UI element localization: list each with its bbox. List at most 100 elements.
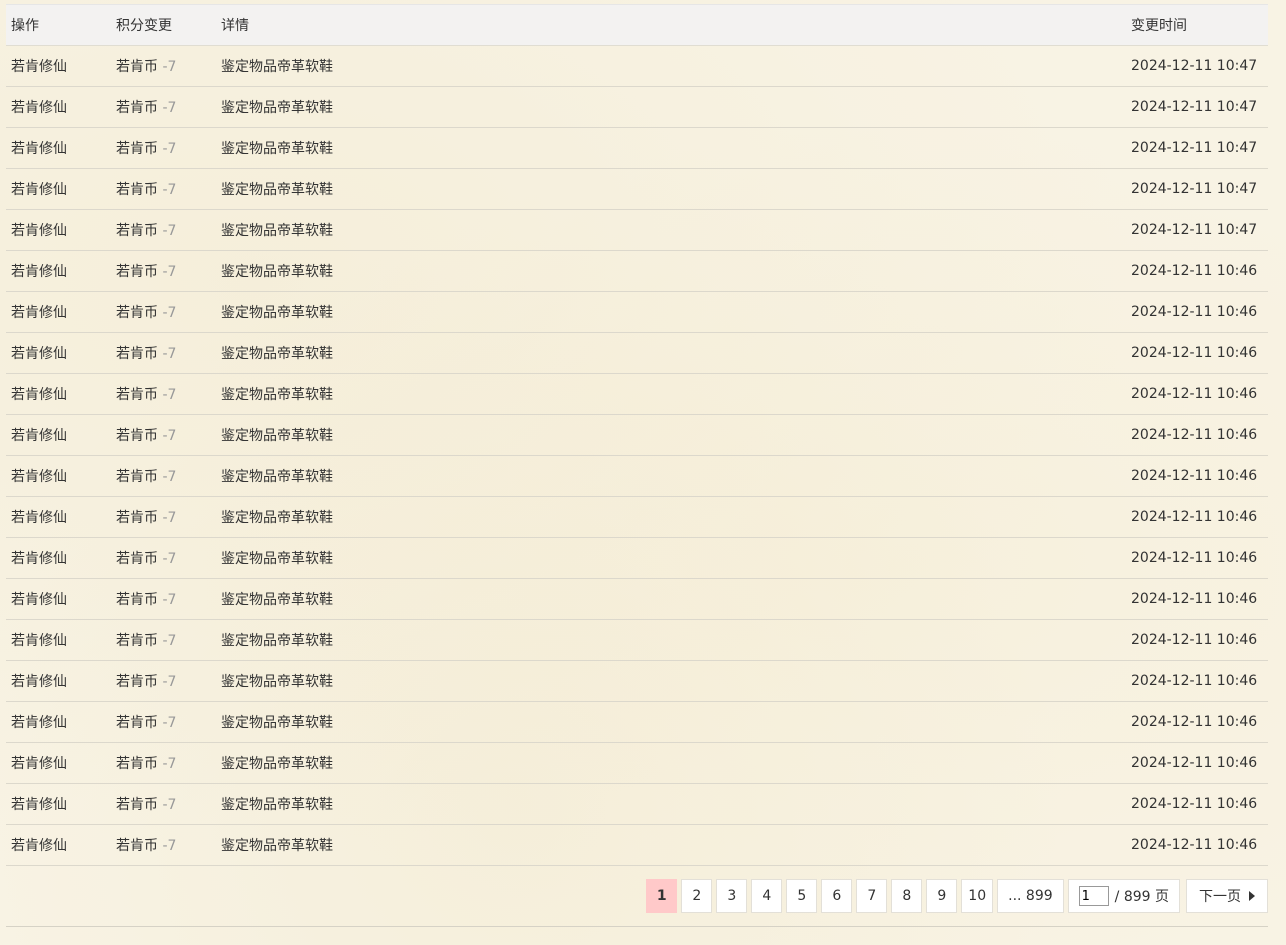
cell-operation: 若肯修仙 bbox=[6, 86, 111, 128]
page-link-7[interactable]: 7 bbox=[856, 879, 888, 913]
currency-name: 若肯币 bbox=[116, 59, 158, 75]
cell-change-time: 2024-12-11 10:47 bbox=[1126, 45, 1268, 87]
cell-operation: 若肯修仙 bbox=[6, 455, 111, 497]
currency-name: 若肯币 bbox=[116, 264, 158, 280]
bottom-divider bbox=[6, 926, 1268, 927]
cell-change-time: 2024-12-11 10:46 bbox=[1126, 291, 1268, 333]
cell-points-change: 若肯币 -7 bbox=[111, 619, 216, 661]
cell-detail: 鉴定物品帝革软鞋 bbox=[216, 496, 1126, 538]
cell-detail: 鉴定物品帝革软鞋 bbox=[216, 127, 1126, 169]
cell-points-change: 若肯币 -7 bbox=[111, 660, 216, 702]
cell-points-change: 若肯币 -7 bbox=[111, 373, 216, 415]
table-row: 若肯修仙 若肯币 -7 鉴定物品帝革软鞋 2024-12-11 10:47 bbox=[6, 127, 1268, 169]
cell-change-time: 2024-12-11 10:46 bbox=[1126, 701, 1268, 743]
currency-name: 若肯币 bbox=[116, 674, 158, 690]
cell-detail: 鉴定物品帝革软鞋 bbox=[216, 660, 1126, 702]
currency-name: 若肯币 bbox=[116, 469, 158, 485]
page-link-3[interactable]: 3 bbox=[716, 879, 748, 913]
triangle-right-icon bbox=[1249, 891, 1255, 901]
table-row: 若肯修仙 若肯币 -7 鉴定物品帝革软鞋 2024-12-11 10:46 bbox=[6, 496, 1268, 538]
cell-operation: 若肯修仙 bbox=[6, 701, 111, 743]
points-delta: -7 bbox=[162, 510, 177, 526]
table-row: 若肯修仙 若肯币 -7 鉴定物品帝革软鞋 2024-12-11 10:47 bbox=[6, 45, 1268, 87]
cell-change-time: 2024-12-11 10:47 bbox=[1126, 86, 1268, 128]
cell-detail: 鉴定物品帝革软鞋 bbox=[216, 250, 1126, 292]
cell-change-time: 2024-12-11 10:46 bbox=[1126, 578, 1268, 620]
cell-change-time: 2024-12-11 10:46 bbox=[1126, 619, 1268, 661]
cell-change-time: 2024-12-11 10:46 bbox=[1126, 332, 1268, 374]
currency-name: 若肯币 bbox=[116, 756, 158, 772]
page-total-label: / 899 页 bbox=[1114, 889, 1169, 905]
table-row: 若肯修仙 若肯币 -7 鉴定物品帝革软鞋 2024-12-11 10:46 bbox=[6, 701, 1268, 743]
page-link-6[interactable]: 6 bbox=[821, 879, 853, 913]
points-delta: -7 bbox=[162, 223, 177, 239]
cell-detail: 鉴定物品帝革软鞋 bbox=[216, 824, 1126, 866]
points-delta: -7 bbox=[162, 100, 177, 116]
points-log-table: 操作 积分变更 详情 变更时间 若肯修仙 若肯币 -7 鉴定物品帝革软鞋 2024-1… bbox=[6, 4, 1268, 866]
table-row: 若肯修仙 若肯币 -7 鉴定物品帝革软鞋 2024-12-11 10:46 bbox=[6, 783, 1268, 825]
page-link-4[interactable]: 4 bbox=[751, 879, 783, 913]
cell-change-time: 2024-12-11 10:46 bbox=[1126, 660, 1268, 702]
currency-name: 若肯币 bbox=[116, 100, 158, 116]
page-link-last[interactable]: ... 899 bbox=[997, 879, 1064, 913]
currency-name: 若肯币 bbox=[116, 838, 158, 854]
points-delta: -7 bbox=[162, 715, 177, 731]
currency-name: 若肯币 bbox=[116, 715, 158, 731]
page-current[interactable]: 1 bbox=[646, 879, 678, 913]
cell-change-time: 2024-12-11 10:46 bbox=[1126, 250, 1268, 292]
page-link-9[interactable]: 9 bbox=[926, 879, 958, 913]
page-jump-input[interactable] bbox=[1078, 886, 1109, 906]
cell-points-change: 若肯币 -7 bbox=[111, 496, 216, 538]
currency-name: 若肯币 bbox=[116, 633, 158, 649]
cell-detail: 鉴定物品帝革软鞋 bbox=[216, 373, 1126, 415]
table-row: 若肯修仙 若肯币 -7 鉴定物品帝革软鞋 2024-12-11 10:47 bbox=[6, 209, 1268, 251]
header-points-change: 积分变更 bbox=[111, 4, 216, 46]
page-link-5[interactable]: 5 bbox=[786, 879, 818, 913]
points-delta: -7 bbox=[162, 592, 177, 608]
cell-operation: 若肯修仙 bbox=[6, 496, 111, 538]
pagination: 1 2 3 4 5 6 7 8 9 10 ... 899 / 899 页 下一页 bbox=[642, 879, 1268, 913]
table-row: 若肯修仙 若肯币 -7 鉴定物品帝革软鞋 2024-12-11 10:47 bbox=[6, 168, 1268, 210]
cell-operation: 若肯修仙 bbox=[6, 168, 111, 210]
table-row: 若肯修仙 若肯币 -7 鉴定物品帝革软鞋 2024-12-11 10:46 bbox=[6, 373, 1268, 415]
points-delta: -7 bbox=[162, 182, 177, 198]
currency-name: 若肯币 bbox=[116, 592, 158, 608]
page-link-2[interactable]: 2 bbox=[681, 879, 713, 913]
cell-change-time: 2024-12-11 10:46 bbox=[1126, 373, 1268, 415]
table-row: 若肯修仙 若肯币 -7 鉴定物品帝革软鞋 2024-12-11 10:46 bbox=[6, 742, 1268, 784]
cell-detail: 鉴定物品帝革软鞋 bbox=[216, 168, 1126, 210]
table-row: 若肯修仙 若肯币 -7 鉴定物品帝革软鞋 2024-12-11 10:47 bbox=[6, 86, 1268, 128]
currency-name: 若肯币 bbox=[116, 141, 158, 157]
header-detail: 详情 bbox=[216, 4, 1126, 46]
header-change-time: 变更时间 bbox=[1126, 4, 1268, 46]
next-page-button[interactable]: 下一页 bbox=[1186, 879, 1268, 913]
page-link-8[interactable]: 8 bbox=[891, 879, 923, 913]
currency-name: 若肯币 bbox=[116, 223, 158, 239]
cell-points-change: 若肯币 -7 bbox=[111, 168, 216, 210]
currency-name: 若肯币 bbox=[116, 305, 158, 321]
cell-detail: 鉴定物品帝革软鞋 bbox=[216, 332, 1126, 374]
points-delta: -7 bbox=[162, 346, 177, 362]
cell-points-change: 若肯币 -7 bbox=[111, 127, 216, 169]
cell-detail: 鉴定物品帝革软鞋 bbox=[216, 291, 1126, 333]
cell-detail: 鉴定物品帝革软鞋 bbox=[216, 45, 1126, 87]
table-body: 若肯修仙 若肯币 -7 鉴定物品帝革软鞋 2024-12-11 10:47 若肯修仙 若肯… bbox=[6, 45, 1268, 866]
points-delta: -7 bbox=[162, 305, 177, 321]
cell-operation: 若肯修仙 bbox=[6, 537, 111, 579]
cell-detail: 鉴定物品帝革软鞋 bbox=[216, 86, 1126, 128]
currency-name: 若肯币 bbox=[116, 551, 158, 567]
cell-change-time: 2024-12-11 10:46 bbox=[1126, 783, 1268, 825]
cell-points-change: 若肯币 -7 bbox=[111, 455, 216, 497]
currency-name: 若肯币 bbox=[116, 510, 158, 526]
cell-operation: 若肯修仙 bbox=[6, 742, 111, 784]
cell-points-change: 若肯币 -7 bbox=[111, 783, 216, 825]
cell-points-change: 若肯币 -7 bbox=[111, 45, 216, 87]
cell-points-change: 若肯币 -7 bbox=[111, 578, 216, 620]
table-header: 操作 积分变更 详情 变更时间 bbox=[6, 4, 1268, 46]
points-delta: -7 bbox=[162, 387, 177, 403]
header-operation: 操作 bbox=[6, 4, 111, 46]
points-delta: -7 bbox=[162, 797, 177, 813]
points-delta: -7 bbox=[162, 59, 177, 75]
cell-change-time: 2024-12-11 10:46 bbox=[1126, 824, 1268, 866]
page-link-10[interactable]: 10 bbox=[961, 879, 994, 913]
